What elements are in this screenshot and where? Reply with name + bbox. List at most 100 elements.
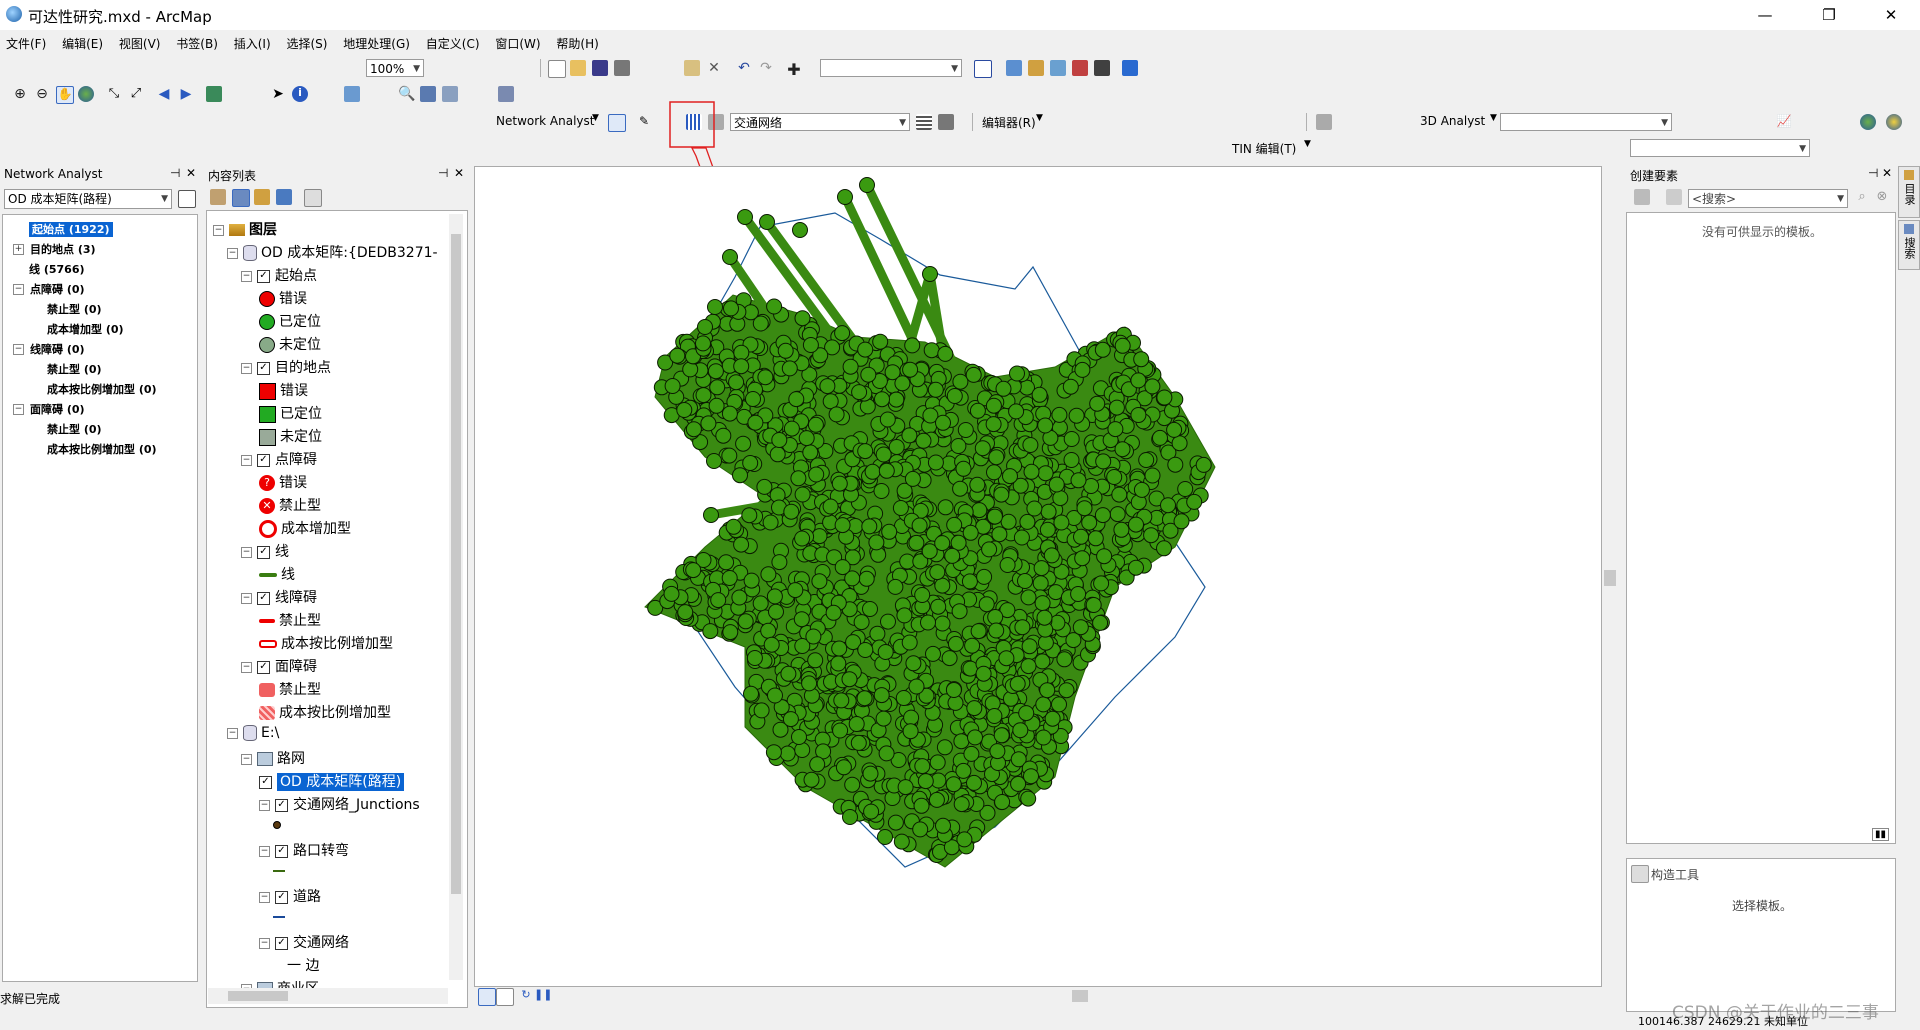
layer-visibility-checkbox[interactable]: ✓ (275, 798, 288, 812)
editor-toolbar-icon[interactable] (974, 60, 992, 78)
na-tree-item[interactable]: − 面障碍 (0) (13, 401, 85, 417)
save-icon[interactable] (592, 60, 608, 76)
open-folder-icon[interactable] (570, 60, 586, 76)
map-hscroll-thumb[interactable] (1072, 990, 1088, 1002)
time-slider-icon[interactable] (498, 86, 514, 102)
toc-layer-row[interactable]: − OD 成本矩阵:{DEDB3271- (227, 242, 438, 262)
layout-view-icon[interactable] (496, 988, 514, 1006)
layer-visibility-checkbox[interactable]: ✓ (257, 591, 270, 605)
toc-layer-row[interactable]: 成本按比例增加型 (259, 633, 393, 653)
network-analyst-window-icon[interactable] (608, 114, 626, 132)
na-tree-item[interactable]: 成本按比例增加型 (0) (47, 381, 157, 397)
map-vscroll-thumb[interactable] (1604, 570, 1616, 586)
toc-hscroll-thumb[interactable] (228, 991, 288, 1001)
build-network-icon[interactable] (916, 114, 932, 130)
toc-layer-row[interactable]: ✓ OD 成本矩阵(路程) (259, 771, 405, 791)
expand-toggle-icon[interactable]: − (259, 845, 270, 857)
na-tree-item[interactable]: 成本增加型 (0) (47, 321, 124, 337)
menu-edit[interactable]: 编辑(E) (56, 31, 109, 52)
expand-toggle-icon[interactable]: − (241, 753, 252, 765)
menu-bookmarks[interactable]: 书签(B) (170, 31, 224, 52)
find-icon[interactable]: 🔍 (398, 86, 415, 102)
list-by-drawing-order-icon[interactable] (210, 189, 226, 205)
add-data-icon[interactable]: ✚ (786, 60, 802, 79)
undo-icon[interactable]: ↶ (736, 60, 752, 76)
find-route-icon[interactable] (420, 86, 436, 102)
toc-layer-row[interactable]: 一 边 (287, 955, 319, 975)
create-network-location-icon[interactable]: ✎ (636, 114, 652, 130)
toc-layer-row[interactable]: − 路网 (241, 748, 305, 768)
toc-layer-row[interactable]: − E:\ (227, 725, 279, 741)
pin-icon[interactable]: ⊣ (438, 166, 448, 180)
toc-layer-row[interactable]: 成本按比例增加型 (259, 702, 391, 722)
editor-tool-icon[interactable] (1316, 114, 1332, 130)
pause-drawing-icon[interactable]: ❚❚ (534, 988, 552, 1004)
toc-layer-row[interactable]: − ✓ 线障碍 (241, 587, 317, 607)
close-panel-icon[interactable]: ✕ (454, 166, 464, 180)
layer-visibility-checkbox[interactable]: ✓ (257, 361, 270, 375)
pan-icon[interactable]: ✋ (56, 86, 74, 104)
toc-vertical-scrollbar[interactable] (449, 214, 463, 980)
select-elements-icon[interactable]: ➤ (270, 86, 286, 102)
print-icon[interactable] (614, 60, 630, 76)
editor-menu[interactable]: 编辑器(R) (982, 114, 1036, 131)
toc-layer-row[interactable]: − ✓ 起始点 (241, 265, 317, 285)
menu-geoprocessing[interactable]: 地理处理(G) (337, 31, 416, 52)
close-panel-icon[interactable]: ✕ (186, 166, 196, 180)
tin-edit-menu[interactable]: TIN 编辑(T) (1232, 140, 1296, 157)
map-view[interactable] (474, 166, 1602, 987)
restore-button[interactable]: ❐ (1806, 0, 1852, 30)
network-identify-icon[interactable] (938, 114, 954, 130)
toc-layer-row[interactable]: 未定位 (259, 426, 322, 446)
organize-templates-icon[interactable] (1634, 189, 1650, 205)
tin-layer-combo[interactable]: ▼ (1630, 139, 1810, 157)
toc-layer-row[interactable]: ✕ 禁止型 (259, 495, 321, 515)
menu-windows[interactable]: 窗口(W) (489, 31, 546, 52)
arctoolbox-icon[interactable] (1072, 60, 1088, 76)
expand-toggle-icon[interactable]: − (13, 284, 24, 295)
toc-layer-row[interactable] (273, 817, 285, 833)
toc-layer-row[interactable]: − ✓ 交通网络_Junctions (259, 794, 420, 814)
expand-toggle-icon[interactable]: − (241, 592, 252, 604)
menu-help[interactable]: 帮助(H) (550, 31, 604, 52)
refresh-icon[interactable]: ↻ (518, 988, 534, 1004)
list-by-selection-icon[interactable] (276, 189, 292, 205)
full-extent-icon[interactable] (78, 86, 94, 102)
zoom-scale-combo[interactable]: 100% ▼ (366, 59, 424, 77)
3d-analyst-menu[interactable]: 3D Analyst (1420, 114, 1485, 128)
expand-toggle-icon[interactable]: − (259, 891, 270, 903)
pin-icon[interactable]: ⊣ (1868, 166, 1878, 180)
od-layer-combo[interactable]: OD 成本矩阵(路程) ▼ (4, 189, 172, 209)
toc-layer-row[interactable]: 已定位 (259, 311, 321, 331)
close-button[interactable]: ✕ (1868, 0, 1914, 30)
toc-layer-row[interactable]: ? 错误 (259, 472, 307, 492)
toc-layer-row[interactable]: − ✓ 道路 (259, 886, 321, 906)
layer-visibility-checkbox[interactable]: ✓ (275, 844, 288, 858)
menu-selection[interactable]: 选择(S) (280, 31, 333, 52)
toc-scroll-thumb[interactable] (451, 234, 461, 894)
toc-layer-row[interactable]: 禁止型 (259, 610, 321, 630)
html-popup-icon[interactable] (344, 86, 360, 102)
toc-window-icon[interactable] (1006, 60, 1022, 76)
na-tree-item[interactable]: 起始点 (1922) (29, 221, 113, 237)
layer-visibility-checkbox[interactable]: ✓ (275, 890, 288, 904)
layer-properties-icon[interactable] (178, 190, 196, 208)
map-scale-combo[interactable]: ▼ (820, 59, 962, 77)
search-window-icon[interactable] (1050, 60, 1066, 76)
new-document-icon[interactable] (548, 60, 566, 78)
expand-toggle-icon[interactable]: + (13, 244, 24, 255)
redo-icon[interactable]: ↷ (758, 60, 774, 76)
fixed-zoom-in-icon[interactable]: ⤡ (106, 86, 122, 102)
map-vertical-scrollbar[interactable] (1602, 166, 1618, 986)
clear-search-icon[interactable]: ⊗ (1874, 189, 1890, 205)
toc-layer-row[interactable]: 未定位 (259, 334, 321, 354)
expand-toggle-icon[interactable]: − (241, 546, 252, 558)
menu-file[interactable]: 文件(F) (0, 31, 52, 52)
3d-layer-combo[interactable]: ▼ (1500, 113, 1672, 131)
catalog-icon[interactable] (1028, 60, 1044, 76)
pin-icon[interactable]: ⊣ (170, 166, 180, 180)
options-icon[interactable] (304, 189, 322, 207)
layer-visibility-checkbox[interactable]: ✓ (257, 453, 270, 467)
fixed-zoom-out-icon[interactable]: ⤢ (128, 86, 144, 102)
layer-visibility-checkbox[interactable]: ✓ (275, 936, 288, 950)
